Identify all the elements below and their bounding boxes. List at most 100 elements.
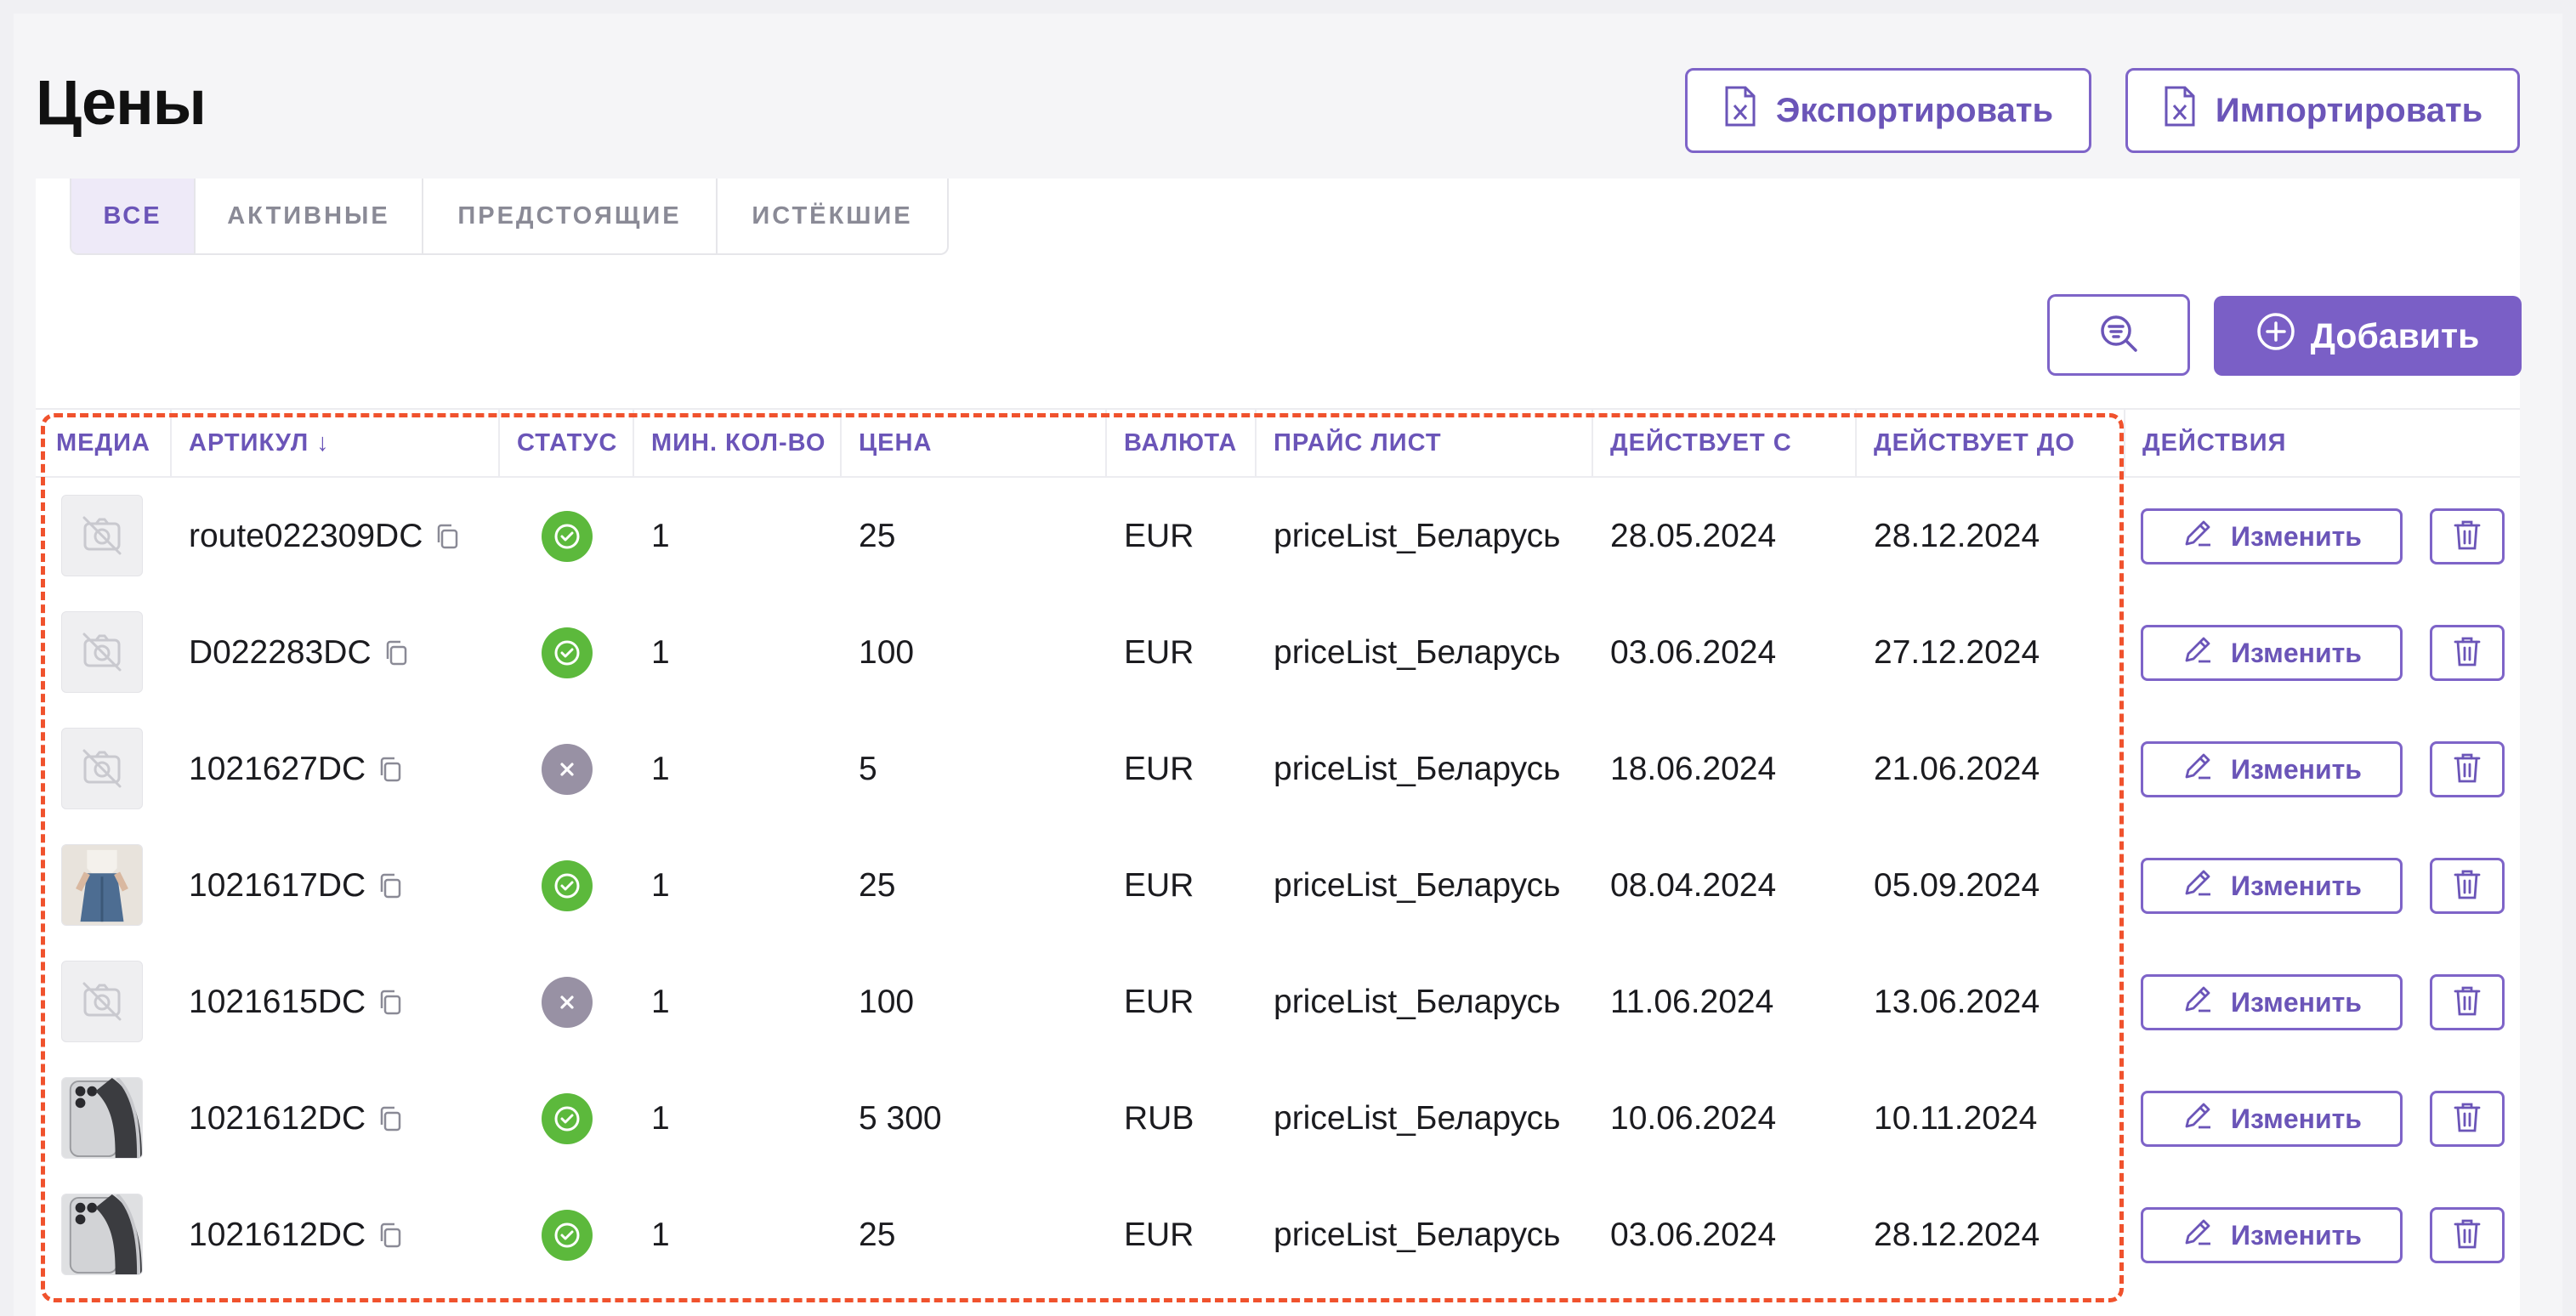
tab-upcoming[interactable]: ПРЕДСТОЯЩИЕ [423,179,718,253]
edit-label: Изменить [2231,637,2362,668]
excel-file-icon [2163,85,2197,136]
pencil-icon [2182,1216,2214,1255]
price-list-cell: priceList_Беларусь [1274,983,1561,1020]
table-row: 1021617DC 1 25 EUR priceList_Беларусь 08… [36,827,2520,944]
currency-cell: EUR [1124,750,1194,787]
column-separator [633,410,634,476]
sku-text: 1021612DC [189,1099,366,1137]
filter-search-button[interactable] [2047,294,2190,376]
price-cell: 25 [859,517,896,554]
valid-to-cell: 10.11.2024 [1874,1099,2038,1137]
delete-button[interactable] [2430,741,2505,797]
sku-text: 1021617DC [189,866,366,904]
price-list-cell: priceList_Беларусь [1274,1099,1561,1137]
copy-icon[interactable] [377,756,403,783]
copy-icon[interactable] [434,523,460,550]
add-button[interactable]: Добавить [2214,296,2522,376]
status-inactive-icon [542,976,593,1028]
import-button[interactable]: Импортировать [2125,68,2520,153]
edit-button[interactable]: Изменить [2141,741,2403,797]
status-active-icon [542,627,593,678]
table-row: 1021615DC 1 100 EUR priceList_Беларусь 1… [36,944,2520,1060]
trash-icon [2452,867,2482,905]
copy-icon[interactable] [377,1222,403,1249]
currency-cell: EUR [1124,517,1194,554]
export-button[interactable]: Экспортировать [1685,68,2091,153]
min-qty-cell: 1 [651,1099,670,1137]
copy-icon[interactable] [377,989,403,1016]
tabs-bar: ВСЕ АКТИВНЫЕ ПРЕДСТОЯЩИЕ ИСТЁКШИЕ [70,179,949,255]
search-filter-icon [2097,311,2141,360]
pencil-icon [2182,750,2214,789]
tab-expired[interactable]: ИСТЁКШИЕ [718,179,947,253]
delete-button[interactable] [2430,974,2505,1030]
column-min-qty: МИН. КОЛ-ВО [651,429,826,457]
edit-label: Изменить [2231,753,2362,785]
excel-file-icon [1723,85,1757,136]
status-cell [542,827,593,944]
edit-button[interactable]: Изменить [2141,1207,2403,1263]
status-cell [542,1060,593,1177]
edit-button[interactable]: Изменить [2141,508,2403,564]
status-cell [542,711,593,827]
min-qty-cell: 1 [651,983,670,1020]
delete-button[interactable] [2430,858,2505,914]
valid-from-cell: 03.06.2024 [1610,633,1777,671]
image-placeholder-icon [61,495,143,576]
table-row: route022309DC 1 25 EUR priceList_Беларус… [36,478,2520,594]
add-label: Добавить [2310,315,2480,355]
valid-from-cell: 28.05.2024 [1610,517,1777,554]
copy-icon[interactable] [377,872,403,899]
price-list-cell: priceList_Беларусь [1274,633,1561,671]
tab-all[interactable]: ВСЕ [71,179,196,253]
media-thumbnail[interactable] [61,1194,143,1275]
delete-button[interactable] [2430,625,2505,681]
sku-text: 1021612DC [189,1216,366,1253]
valid-from-cell: 03.06.2024 [1610,1216,1777,1253]
sku-cell: 1021617DC [189,827,403,944]
status-active-icon [542,1209,593,1261]
column-separator [840,410,842,476]
sku-text: 1021627DC [189,750,366,787]
valid-from-cell: 10.06.2024 [1610,1099,1777,1137]
tab-active[interactable]: АКТИВНЫЕ [196,179,423,253]
column-media: МЕДИА [56,429,150,457]
edit-button[interactable]: Изменить [2141,625,2403,681]
edit-label: Изменить [2231,520,2362,552]
copy-icon[interactable] [377,1105,403,1132]
price-list-cell: priceList_Беларусь [1274,866,1561,904]
price-list-cell: priceList_Беларусь [1274,517,1561,554]
status-cell [542,1177,593,1293]
sku-cell: route022309DC [189,478,460,594]
min-qty-cell: 1 [651,517,670,554]
column-separator [1592,410,1593,476]
pencil-icon [2182,1099,2214,1138]
column-valid-from: ДЕЙСТВУЕТ С [1610,429,1792,457]
column-price-list: ПРАЙС ЛИСТ [1274,429,1442,457]
column-separator [498,410,500,476]
trash-icon [2452,1217,2482,1255]
delete-button[interactable] [2430,1207,2505,1263]
table-header: МЕДИА АРТИКУЛ ↓ СТАТУС МИН. КОЛ-ВО ЦЕНА … [36,410,2520,478]
delete-button[interactable] [2430,508,2505,564]
column-sku[interactable]: АРТИКУЛ ↓ [189,410,330,476]
delete-button[interactable] [2430,1091,2505,1147]
valid-to-cell: 28.12.2024 [1874,517,2040,554]
table-row: 1021612DC 1 5 300 RUB priceList_Беларусь… [36,1060,2520,1177]
media-thumbnail[interactable] [61,1077,143,1159]
export-label: Экспортировать [1775,91,2054,129]
image-placeholder-icon [61,611,143,693]
edit-button[interactable]: Изменить [2141,1091,2403,1147]
trash-icon [2452,1100,2482,1138]
edit-button[interactable]: Изменить [2141,974,2403,1030]
sku-cell: D022283DC [189,594,409,711]
media-thumbnail[interactable] [61,844,143,926]
sku-cell: 1021612DC [189,1060,403,1177]
sku-text: route022309DC [189,517,423,554]
copy-icon[interactable] [383,639,409,667]
edit-button[interactable]: Изменить [2141,858,2403,914]
valid-to-cell: 27.12.2024 [1874,633,2040,671]
valid-from-cell: 18.06.2024 [1610,750,1777,787]
currency-cell: EUR [1124,983,1194,1020]
column-actions: ДЕЙСТВИЯ [2142,429,2287,457]
